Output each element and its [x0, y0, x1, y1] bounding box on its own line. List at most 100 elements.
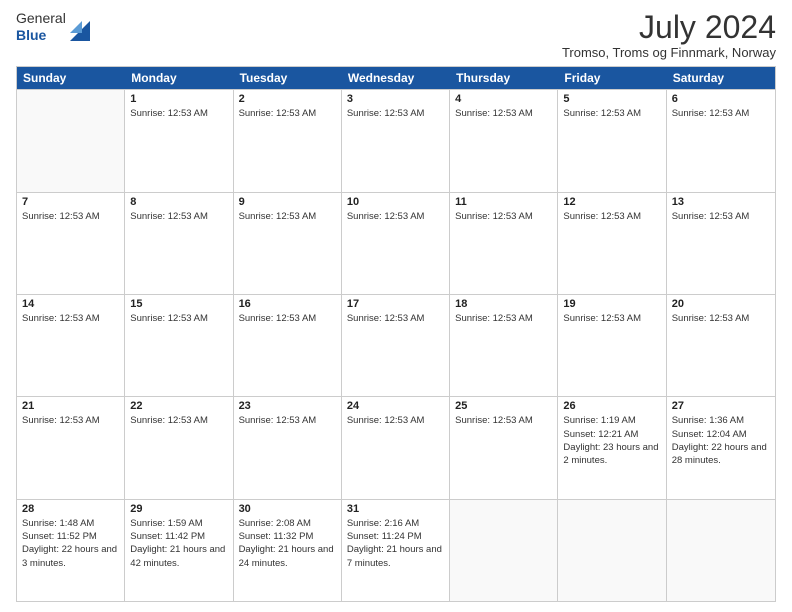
day-number: 2	[239, 93, 336, 105]
cal-cell-12: 12 Sunrise: 12:53 AM	[558, 193, 666, 294]
cal-cell-26: 26Sunrise: 1:19 AM Sunset: 12:21 AM Dayl…	[558, 397, 666, 498]
page: General Blue July 2024 Tromso, Troms og …	[0, 0, 792, 612]
day-number: 27	[672, 400, 770, 412]
day-info: Sunrise: 12:53 AM	[455, 210, 552, 223]
day-number: 17	[347, 298, 444, 310]
logo-icon	[70, 13, 90, 41]
day-info: Sunrise: 12:53 AM	[455, 414, 552, 427]
day-number: 13	[672, 196, 770, 208]
cal-cell-27: 27 Sunrise: 1:36 AM Sunset: 12:04 AM Dayl…	[667, 397, 775, 498]
cal-cell-14: 14 Sunrise: 12:53 AM	[17, 295, 125, 396]
day-info: Sunrise: 2:08 AM Sunset: 11:32 PM Daylig…	[239, 517, 336, 570]
month-year: July 2024	[562, 10, 776, 45]
day-info: Sunrise: 1:48 AM Sunset: 11:52 PM Daylig…	[22, 517, 119, 570]
day-number: 3	[347, 93, 444, 105]
header-cell-saturday: Saturday	[667, 67, 775, 89]
day-info: Sunrise: 12:53 AM	[130, 210, 227, 223]
logo-text: General Blue	[16, 10, 66, 44]
day-info: Sunrise: 12:53 AM	[455, 107, 552, 120]
header-cell-sunday: Sunday	[17, 67, 125, 89]
cal-cell-empty-4-4	[450, 500, 558, 601]
day-info: Sunrise: 12:53 AM	[672, 312, 770, 325]
cal-cell-6: 6 Sunrise: 12:53 AM	[667, 90, 775, 191]
day-number: 9	[239, 196, 336, 208]
cal-cell-3: 3 Sunrise: 12:53 AM	[342, 90, 450, 191]
cal-cell-31: 31Sunrise: 2:16 AM Sunset: 11:24 PM Dayl…	[342, 500, 450, 601]
day-info: Sunrise: 12:53 AM	[239, 210, 336, 223]
cal-cell-19: 19Sunrise: 12:53 AM	[558, 295, 666, 396]
week-row-0: 1Sunrise: 12:53 AM 2 Sunrise: 12:53 AM 3 Sun…	[17, 89, 775, 191]
day-number: 30	[239, 503, 336, 515]
day-info: Sunrise: 12:53 AM	[239, 414, 336, 427]
logo: General Blue	[16, 10, 90, 44]
day-info: Sunrise: 12:53 AM	[130, 107, 227, 120]
day-number: 7	[22, 196, 119, 208]
cal-cell-4: 4Sunrise: 12:53 AM	[450, 90, 558, 191]
day-number: 28	[22, 503, 119, 515]
cal-cell-empty-4-6	[667, 500, 775, 601]
header-cell-thursday: Thursday	[450, 67, 558, 89]
day-info: Sunrise: 12:53 AM	[22, 312, 119, 325]
day-info: Sunrise: 12:53 AM	[563, 210, 660, 223]
day-info: Sunrise: 12:53 AM	[563, 107, 660, 120]
day-number: 11	[455, 196, 552, 208]
day-info: Sunrise: 12:53 AM	[130, 312, 227, 325]
cal-cell-30: 30 Sunrise: 2:08 AM Sunset: 11:32 PM Dayl…	[234, 500, 342, 601]
day-number: 5	[563, 93, 660, 105]
cal-cell-18: 18 Sunrise: 12:53 AM	[450, 295, 558, 396]
day-number: 18	[455, 298, 552, 310]
day-number: 8	[130, 196, 227, 208]
cal-cell-29: 29 Sunrise: 1:59 AM Sunset: 11:42 PM Dayl…	[125, 500, 233, 601]
cal-cell-22: 22Sunrise: 12:53 AM	[125, 397, 233, 498]
week-row-4: 28 Sunrise: 1:48 AM Sunset: 11:52 PM Dayl…	[17, 499, 775, 601]
cal-cell-28: 28 Sunrise: 1:48 AM Sunset: 11:52 PM Dayl…	[17, 500, 125, 601]
cal-cell-15: 15Sunrise: 12:53 AM	[125, 295, 233, 396]
day-info: Sunrise: 12:53 AM	[22, 210, 119, 223]
day-number: 26	[563, 400, 660, 412]
day-info: Sunrise: 12:53 AM	[347, 107, 444, 120]
day-number: 23	[239, 400, 336, 412]
calendar-body: 1Sunrise: 12:53 AM 2 Sunrise: 12:53 AM 3 Sun…	[17, 89, 775, 601]
header-cell-friday: Friday	[558, 67, 666, 89]
cal-cell-24: 24Sunrise: 12:53 AM	[342, 397, 450, 498]
cal-cell-empty-4-5	[558, 500, 666, 601]
day-number: 21	[22, 400, 119, 412]
header-cell-monday: Monday	[125, 67, 233, 89]
day-number: 12	[563, 196, 660, 208]
week-row-2: 14Sunrise: 12:53 AM15Sunrise: 12:53 AM16…	[17, 294, 775, 396]
day-number: 29	[130, 503, 227, 515]
cal-cell-13: 13Sunrise: 12:53 AM	[667, 193, 775, 294]
day-info: Sunrise: 12:53 AM	[347, 414, 444, 427]
day-number: 20	[672, 298, 770, 310]
logo-general: General	[16, 10, 66, 27]
cal-cell-9: 9 Sunrise: 12:53 AM	[234, 193, 342, 294]
cal-cell-1: 1Sunrise: 12:53 AM	[125, 90, 233, 191]
logo-blue: Blue	[16, 27, 66, 44]
calendar: SundayMondayTuesdayWednesdayThursdayFrid…	[16, 66, 776, 602]
header-cell-tuesday: Tuesday	[234, 67, 342, 89]
header: General Blue July 2024 Tromso, Troms og …	[16, 10, 776, 60]
day-number: 31	[347, 503, 444, 515]
cal-cell-2: 2 Sunrise: 12:53 AM	[234, 90, 342, 191]
cal-cell-23: 23 Sunrise: 12:53 AM	[234, 397, 342, 498]
day-info: Sunrise: 12:53 AM	[347, 312, 444, 325]
cal-cell-10: 10Sunrise: 12:53 AM	[342, 193, 450, 294]
cal-cell-8: 8 Sunrise: 12:53 AM	[125, 193, 233, 294]
day-info: Sunrise: 12:53 AM	[347, 210, 444, 223]
day-info: Sunrise: 12:53 AM	[239, 107, 336, 120]
header-cell-wednesday: Wednesday	[342, 67, 450, 89]
day-info: Sunrise: 12:53 AM	[130, 414, 227, 427]
cal-cell-21: 21Sunrise: 12:53 AM	[17, 397, 125, 498]
day-number: 25	[455, 400, 552, 412]
day-number: 6	[672, 93, 770, 105]
day-number: 16	[239, 298, 336, 310]
week-row-3: 21Sunrise: 12:53 AM22Sunrise: 12:53 AM23…	[17, 396, 775, 498]
day-info: Sunrise: 12:53 AM	[672, 107, 770, 120]
day-info: Sunrise: 1:36 AM Sunset: 12:04 AM Daylig…	[672, 414, 770, 467]
day-info: Sunrise: 12:53 AM	[455, 312, 552, 325]
location: Tromso, Troms og Finnmark, Norway	[562, 45, 776, 60]
cal-cell-empty-0-0	[17, 90, 125, 191]
day-number: 14	[22, 298, 119, 310]
day-info: Sunrise: 1:59 AM Sunset: 11:42 PM Daylig…	[130, 517, 227, 570]
cal-cell-5: 5 Sunrise: 12:53 AM	[558, 90, 666, 191]
